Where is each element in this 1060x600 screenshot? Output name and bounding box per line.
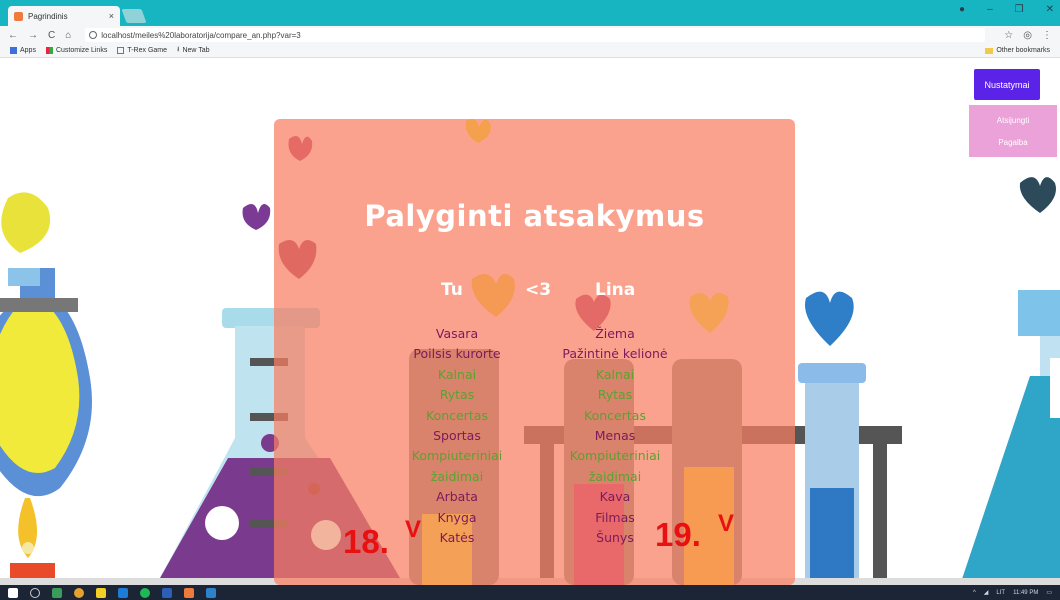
tab-favicon-icon [14,11,23,21]
profile-icon[interactable]: ● [959,4,965,15]
clock[interactable]: 11:49 PM [1013,590,1038,596]
maximize-icon[interactable]: ❐ [1015,4,1024,15]
answer-item: Koncertas [426,407,488,423]
sticky-notes-icon[interactable] [96,587,106,598]
folder-icon [985,47,994,54]
bookmark-label: T-Rex Game [127,47,168,54]
bookmark-apps[interactable]: Apps [10,47,36,54]
bookmark-customize-links[interactable]: Customize Links [45,47,108,54]
bookmarks-bar: Apps Customize Links T-Rex Game ⭳ New Ta… [0,44,1060,58]
system-tray: ^ ◢ LIT 11:49 PM ▭ [973,589,1052,597]
answer-item: Pažintinė kelionė [562,346,668,362]
extension-icon[interactable]: ◎ [1023,30,1032,41]
chrome-icon[interactable] [74,587,84,598]
windows-start-icon[interactable] [8,587,18,598]
logout-link[interactable]: Atsijungti [997,116,1029,125]
answer-item: Kava [599,489,631,505]
answer-item: žaidimai [588,468,642,484]
page-content: Palyginti atsakymus Tu <3 Lina Vasara Poi… [0,58,1060,585]
bookmark-new-tab[interactable]: ⭳ New Tab [177,45,210,56]
annotation-left-check: V [405,516,422,543]
answer-item: Koncertas [584,407,646,423]
site-info-icon[interactable] [89,31,98,39]
bookmark-trex-game[interactable]: T-Rex Game [117,47,167,54]
reload-icon[interactable]: C [48,30,55,41]
left-user-name: Tu [441,280,463,300]
right-user-name: Lina [595,280,636,300]
bookmark-label: New Tab [182,47,210,54]
notifications-icon[interactable]: ▭ [1046,589,1052,596]
left-answer-list: Vasara Poilsis kurorte Kalnai Rytas Koncerta… [367,324,547,548]
right-answer-list: Žiema Pažintinė kelionė Kalnai Rytas Koncert… [525,324,705,548]
answer-item: Kalnai [595,366,635,382]
menu-icon[interactable]: ⋮ [1042,30,1052,41]
network-icon[interactable]: ◢ [984,589,989,596]
browser-tab-bar: Pagrindinis × ● – ❐ ✕ [0,0,1060,26]
other-bookmarks-label: Other bookmarks [996,47,1050,54]
settings-button[interactable]: Nustatymai [974,69,1040,100]
help-link[interactable]: Pagalba [998,138,1027,147]
annotation-left-number: 18. [343,523,389,560]
compare-card: Palyginti atsakymus Tu <3 Lina Vasara Poi… [274,119,795,585]
answer-item: Kompiuteriniai [411,448,503,464]
answer-item: žaidimai [430,468,484,484]
customize-links-icon [45,47,53,54]
tab-close-icon[interactable]: × [109,11,114,21]
tray-chevron-icon[interactable]: ^ [973,590,976,596]
answer-item: Rytas [439,387,475,403]
bookmark-star-icon[interactable]: ☆ [1004,30,1013,41]
close-window-icon[interactable]: ✕ [1046,4,1054,15]
browser-tab[interactable]: Pagrindinis × [8,6,120,26]
apps-grid-icon [10,47,17,54]
edge-icon[interactable] [118,587,128,598]
forward-icon[interactable]: → [28,30,38,41]
answer-item: Menas [594,428,636,444]
new-tab-button[interactable] [121,9,147,23]
file-explorer-icon[interactable] [52,587,62,598]
answer-item: Vasara [435,326,479,341]
answer-item: Katės [439,530,475,546]
user-menu: Atsijungti Pagalba [969,105,1057,157]
answer-item: Žiema [595,326,635,341]
answer-item: Rytas [597,387,633,403]
answer-item: Kalnai [437,366,477,382]
url-text: localhost/meiles%20laboratorija/compare_… [101,30,301,40]
word-icon[interactable] [162,587,172,598]
answer-item: Arbata [436,489,478,505]
xampp-icon[interactable] [184,587,194,598]
bookmark-label: Apps [20,47,36,54]
vscode-icon[interactable] [206,587,216,598]
address-bar-row: ← → C ⌂ localhost/meiles%20laboratorija/… [0,26,1060,44]
bookmark-label: Customize Links [55,47,108,54]
back-icon[interactable]: ← [8,30,18,41]
answer-item: Kompiuteriniai [569,448,661,464]
home-icon[interactable]: ⌂ [65,30,71,41]
other-bookmarks[interactable]: Other bookmarks [985,47,1050,54]
answer-item: Sportas [433,428,481,444]
search-icon[interactable] [30,587,40,598]
minimize-icon[interactable]: – [987,4,993,15]
window-controls: ● – ❐ ✕ [959,4,1054,15]
url-input[interactable]: localhost/meiles%20laboratorija/compare_… [85,28,986,42]
windows-taskbar: ^ ◢ LIT 11:49 PM ▭ [0,585,1060,600]
heart-connector: <3 [525,280,552,300]
page-icon [117,47,125,54]
page-title: Palyginti atsakymus [364,199,705,233]
tab-title: Pagrindinis [28,11,68,21]
answer-item: Poilsis kurorte [413,346,501,362]
spotify-icon[interactable] [140,587,150,598]
keyboard-language[interactable]: LIT [996,590,1005,596]
download-icon: ⭳ [177,46,180,53]
annotation-right-number: 19. [655,516,701,553]
annotation-right-check: V [718,510,735,537]
answer-item: Knyga [437,509,477,525]
